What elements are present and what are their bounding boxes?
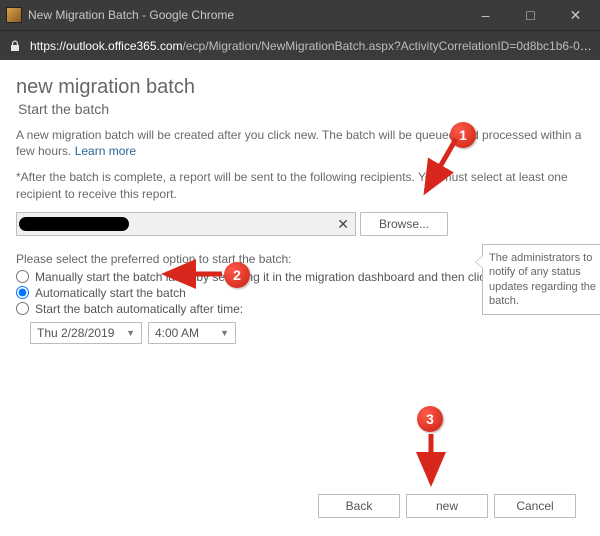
- redacted-recipient: [19, 217, 129, 231]
- chevron-down-icon: ▼: [126, 328, 135, 338]
- radio-scheduled-label: Start the batch automatically after time…: [35, 302, 243, 316]
- url-path: /ecp/Migration/NewMigrationBatch.aspx?Ac…: [183, 39, 592, 53]
- back-button[interactable]: Back: [318, 494, 400, 518]
- page-content: new migration batch Start the batch A ne…: [0, 60, 600, 536]
- intro-paragraph: A new migration batch will be created af…: [16, 127, 584, 159]
- browse-button[interactable]: Browse...: [360, 212, 448, 236]
- url-host: https://outlook.office365.com: [30, 39, 183, 53]
- radio-manual-label: Manually start the batch later (by selec…: [35, 270, 540, 284]
- window-titlebar: New Migration Batch - Google Chrome – □ …: [0, 0, 600, 30]
- wizard-footer: Back new Cancel: [318, 494, 576, 518]
- radio-scheduled-input[interactable]: [16, 302, 29, 315]
- recipient-row: ✕ Browse...: [16, 212, 584, 236]
- radio-auto-input[interactable]: [16, 286, 29, 299]
- window-title: New Migration Batch - Google Chrome: [28, 8, 463, 22]
- date-dropdown[interactable]: Thu 2/28/2019 ▼: [30, 322, 142, 344]
- lock-icon: [8, 39, 22, 53]
- app-icon: [6, 7, 22, 23]
- chevron-down-icon: ▼: [220, 328, 229, 338]
- annotation-arrow-3: [416, 432, 446, 490]
- time-dropdown[interactable]: 4:00 AM ▼: [148, 322, 236, 344]
- annotation-badge-3: 3: [417, 406, 443, 432]
- cancel-button[interactable]: Cancel: [494, 494, 576, 518]
- browse-callout: The administrators to notify of any stat…: [482, 244, 600, 315]
- radio-auto-label: Automatically start the batch: [35, 286, 186, 300]
- recipient-input[interactable]: ✕: [16, 212, 356, 236]
- annotation-badge-1: 1: [450, 122, 476, 148]
- clear-icon[interactable]: ✕: [337, 216, 349, 233]
- page-subheading: Start the batch: [18, 101, 584, 117]
- window-minimize-button[interactable]: –: [463, 0, 508, 30]
- page-heading: new migration batch: [16, 76, 584, 99]
- window-maximize-button[interactable]: □: [508, 0, 553, 30]
- datetime-row: Thu 2/28/2019 ▼ 4:00 AM ▼: [30, 322, 584, 344]
- annotation-badge-2: 2: [224, 262, 250, 288]
- url-text: https://outlook.office365.com/ecp/Migrat…: [30, 39, 592, 53]
- learn-more-link[interactable]: Learn more: [75, 144, 136, 158]
- report-paragraph: *After the batch is complete, a report w…: [16, 169, 584, 201]
- window-close-button[interactable]: ✕: [553, 0, 598, 30]
- address-bar[interactable]: https://outlook.office365.com/ecp/Migrat…: [0, 30, 600, 60]
- time-value: 4:00 AM: [155, 326, 199, 340]
- date-value: Thu 2/28/2019: [37, 326, 114, 340]
- new-button[interactable]: new: [406, 494, 488, 518]
- radio-manual-input[interactable]: [16, 270, 29, 283]
